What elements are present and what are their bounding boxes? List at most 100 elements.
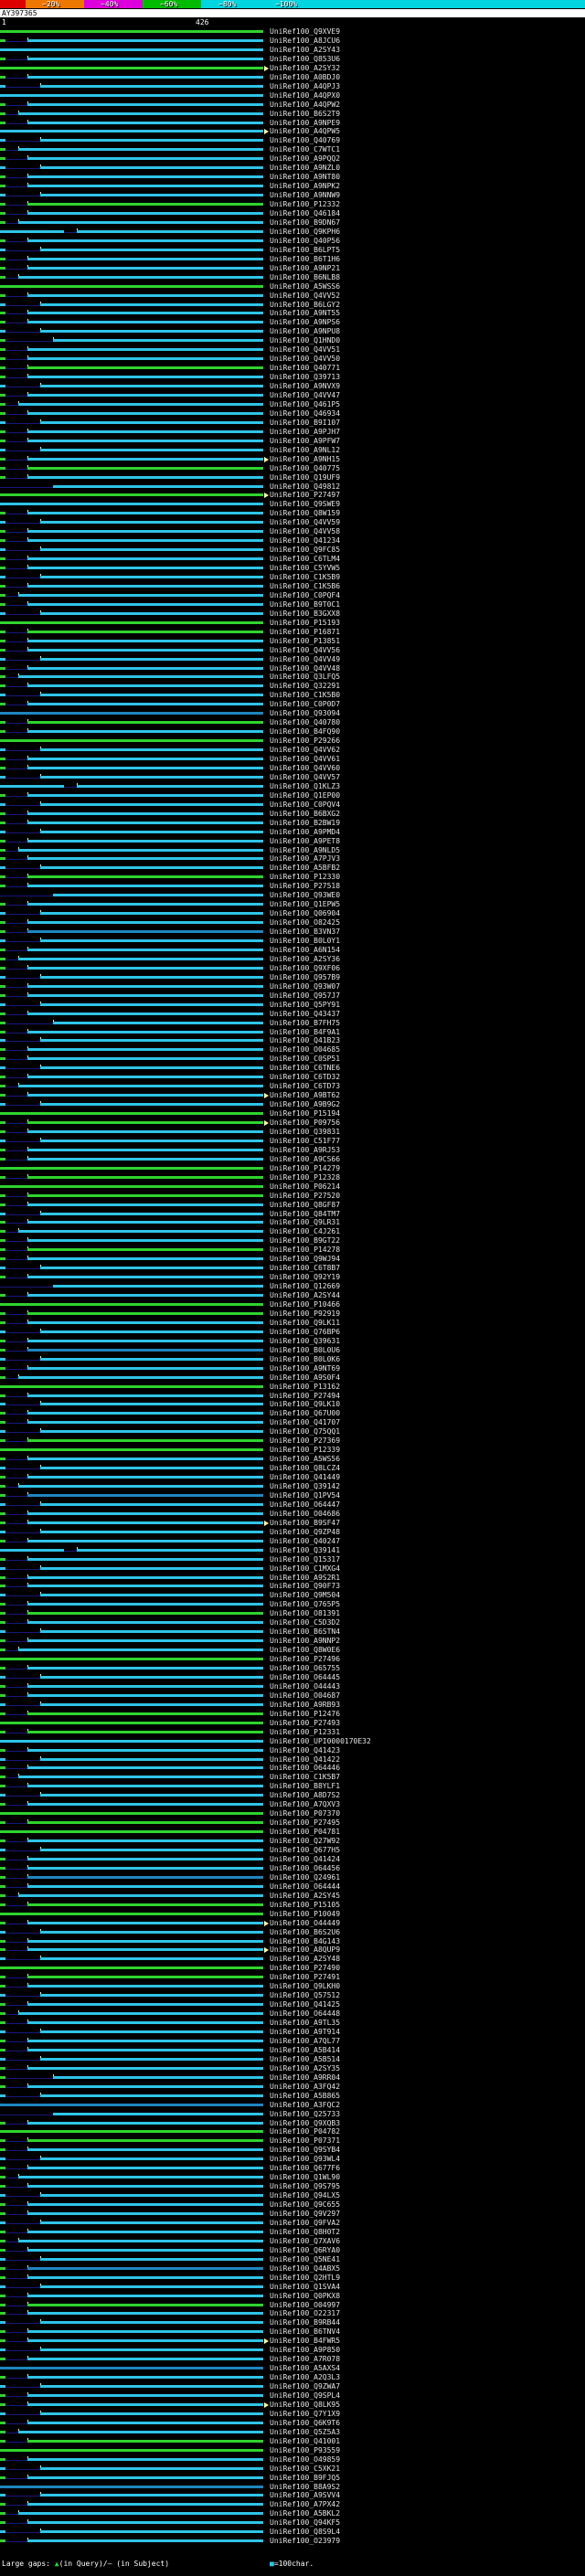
alignment-row[interactable]: UniRef100_P12331 [0, 1728, 585, 1737]
alignment-row[interactable]: UniRef100_B3VN37 [0, 928, 585, 937]
alignment-row[interactable]: UniRef100_O65755 [0, 1664, 585, 1673]
alignment-row[interactable]: UniRef100_A9NPS6 [0, 318, 585, 327]
alignment-row[interactable]: UniRef100_Q39631 [0, 1337, 585, 1346]
alignment-row[interactable]: UniRef100_A9NT69 [0, 1364, 585, 1373]
alignment-row[interactable]: UniRef100_B9RB44 [0, 2318, 585, 2327]
alignment-row[interactable]: UniRef100_B0L0U6 [0, 1346, 585, 1355]
alignment-row[interactable]: UniRef100_A8QUP9 [0, 1945, 585, 1955]
alignment-row[interactable]: UniRef100_B0L0Y1 [0, 937, 585, 946]
alignment-row[interactable]: UniRef100_Q9FVA2 [0, 2219, 585, 2228]
alignment-row[interactable]: UniRef100_A5B865 [0, 2092, 585, 2101]
alignment-row[interactable]: UniRef100_Q94KF5 [0, 2518, 585, 2528]
alignment-row[interactable]: UniRef100_A9RB93 [0, 1701, 585, 1710]
alignment-row[interactable]: UniRef100_A9PET8 [0, 837, 585, 846]
alignment-row[interactable]: UniRef100_Q40780 [0, 718, 585, 727]
alignment-row[interactable]: UniRef100_A7PJV3 [0, 854, 585, 864]
alignment-row[interactable]: UniRef100_A9CS66 [0, 1155, 585, 1164]
alignment-row[interactable]: UniRef100_O64448 [0, 2009, 585, 2019]
alignment-row[interactable]: UniRef100_A9NH15 [0, 455, 585, 464]
alignment-row[interactable]: UniRef100_Q853U6 [0, 55, 585, 64]
alignment-row[interactable]: UniRef100_O44449 [0, 1919, 585, 1928]
alignment-row[interactable]: UniRef100_B6S2U6 [0, 1928, 585, 1937]
alignment-row[interactable]: UniRef100_A5B414 [0, 2046, 585, 2055]
alignment-row[interactable]: UniRef100_Q8LCZ4 [0, 1464, 585, 1473]
alignment-row[interactable]: UniRef100_Q4VV56 [0, 646, 585, 655]
alignment-row[interactable]: UniRef100_P04781 [0, 1828, 585, 1837]
alignment-row[interactable]: UniRef100_Q957B9 [0, 973, 585, 982]
alignment-row[interactable]: UniRef100_P12328 [0, 1173, 585, 1182]
alignment-row[interactable]: UniRef100_P07371 [0, 2136, 585, 2146]
alignment-row[interactable]: UniRef100_P29266 [0, 737, 585, 746]
alignment-row[interactable]: UniRef100_Q8S9L4 [0, 2528, 585, 2537]
alignment-row[interactable]: UniRef100_Q4VV59 [0, 518, 585, 527]
alignment-row[interactable]: UniRef100_P27518 [0, 882, 585, 891]
alignment-row[interactable]: UniRef100_P27495 [0, 1818, 585, 1828]
alignment-row[interactable]: UniRef100_P27369 [0, 1436, 585, 1446]
alignment-row[interactable]: UniRef100_Q677F6 [0, 2164, 585, 2173]
alignment-row[interactable]: UniRef100_Q41707 [0, 1418, 585, 1427]
alignment-row[interactable]: UniRef100_Q12669 [0, 1282, 585, 1291]
alignment-row[interactable]: UniRef100_Q9C655 [0, 2200, 585, 2210]
alignment-row[interactable]: UniRef100_Q5Z5A3 [0, 2428, 585, 2437]
alignment-row[interactable]: UniRef100_Q4VV49 [0, 655, 585, 664]
alignment-row[interactable]: UniRef100_Q41424 [0, 1855, 585, 1864]
alignment-row[interactable]: UniRef100_A4QPW5 [0, 127, 585, 136]
alignment-row[interactable]: UniRef100_UPI0000170E32 [0, 1737, 585, 1746]
alignment-row[interactable]: UniRef100_A9NLD5 [0, 846, 585, 855]
alignment-row[interactable]: UniRef100_P27491 [0, 1973, 585, 1982]
alignment-row[interactable]: UniRef100_C0PQF4 [0, 591, 585, 600]
alignment-row[interactable]: UniRef100_A9PQQ2 [0, 154, 585, 164]
alignment-row[interactable]: UniRef100_Q41422 [0, 1755, 585, 1765]
alignment-row[interactable]: UniRef100_A5BKL2 [0, 2509, 585, 2518]
alignment-row[interactable]: UniRef100_Q9M504 [0, 1591, 585, 1600]
alignment-row[interactable]: UniRef100_A9PMD4 [0, 828, 585, 837]
alignment-row[interactable]: UniRef100_A2SY43 [0, 46, 585, 55]
alignment-row[interactable]: UniRef100_Q46934 [0, 409, 585, 419]
alignment-row[interactable]: UniRef100_P15105 [0, 1901, 585, 1910]
alignment-row[interactable]: UniRef100_Q41425 [0, 2000, 585, 2009]
alignment-row[interactable]: UniRef100_Q40769 [0, 136, 585, 145]
alignment-row[interactable]: UniRef100_A5AXS4 [0, 2364, 585, 2373]
alignment-row[interactable]: UniRef100_B9GT22 [0, 1236, 585, 1246]
alignment-row[interactable]: UniRef100_A6N154 [0, 946, 585, 955]
alignment-row[interactable]: UniRef100_P12339 [0, 1446, 585, 1455]
alignment-row[interactable]: UniRef100_Q4VV47 [0, 391, 585, 400]
alignment-row[interactable]: UniRef100_O64444 [0, 1882, 585, 1892]
alignment-row[interactable]: UniRef100_A9NT80 [0, 173, 585, 182]
alignment-row[interactable]: UniRef100_Q5NE41 [0, 2255, 585, 2264]
alignment-row[interactable]: UniRef100_A4QPX0 [0, 91, 585, 101]
alignment-row[interactable]: UniRef100_C5D3D2 [0, 1618, 585, 1627]
alignment-row[interactable]: UniRef100_B9DN67 [0, 218, 585, 228]
alignment-row[interactable]: UniRef100_Q4VV61 [0, 755, 585, 764]
alignment-row[interactable]: UniRef100_B4G143 [0, 1937, 585, 1946]
alignment-row[interactable]: UniRef100_C6T8B7 [0, 1264, 585, 1273]
alignment-row[interactable]: UniRef100_B9T0C1 [0, 600, 585, 610]
alignment-row[interactable]: UniRef100_P13851 [0, 637, 585, 646]
alignment-row[interactable]: UniRef100_Q40771 [0, 364, 585, 373]
alignment-row[interactable]: UniRef100_Q15317 [0, 1555, 585, 1564]
alignment-row[interactable]: UniRef100_Q39141 [0, 1546, 585, 1555]
alignment-row[interactable]: UniRef100_Q9KPH6 [0, 228, 585, 237]
alignment-row[interactable]: UniRef100_A9NVX9 [0, 382, 585, 391]
alignment-row[interactable]: UniRef100_A2SY36 [0, 955, 585, 964]
alignment-row[interactable]: UniRef100_O04687 [0, 1691, 585, 1701]
alignment-row[interactable]: UniRef100_A3FQC2 [0, 2101, 585, 2110]
alignment-row[interactable]: UniRef100_Q4VV52 [0, 292, 585, 301]
alignment-row[interactable]: UniRef100_O04997 [0, 2301, 585, 2310]
alignment-row[interactable]: UniRef100_Q9SPL4 [0, 2391, 585, 2401]
alignment-row[interactable]: UniRef100_Q9S795 [0, 2182, 585, 2191]
alignment-row[interactable]: UniRef100_B8YLF1 [0, 1782, 585, 1791]
alignment-row[interactable]: UniRef100_A4QPJ3 [0, 82, 585, 91]
alignment-row[interactable]: UniRef100_P15193 [0, 619, 585, 628]
alignment-row[interactable]: UniRef100_Q93W07 [0, 982, 585, 991]
alignment-row[interactable]: UniRef100_P14279 [0, 1164, 585, 1173]
alignment-row[interactable]: UniRef100_Q67U00 [0, 1409, 585, 1418]
alignment-row[interactable]: UniRef100_Q40247 [0, 1537, 585, 1546]
alignment-row[interactable]: UniRef100_Q4VV62 [0, 746, 585, 755]
alignment-row[interactable]: UniRef100_C0SP51 [0, 1055, 585, 1064]
alignment-row[interactable]: UniRef100_Q9XF06 [0, 964, 585, 973]
alignment-row[interactable]: UniRef100_Q40P56 [0, 237, 585, 246]
alignment-row[interactable]: UniRef100_Q8GF87 [0, 1201, 585, 1210]
alignment-row[interactable]: UniRef100_B9FJQ5 [0, 2474, 585, 2483]
alignment-row[interactable]: UniRef100_Q1SVA4 [0, 2283, 585, 2292]
